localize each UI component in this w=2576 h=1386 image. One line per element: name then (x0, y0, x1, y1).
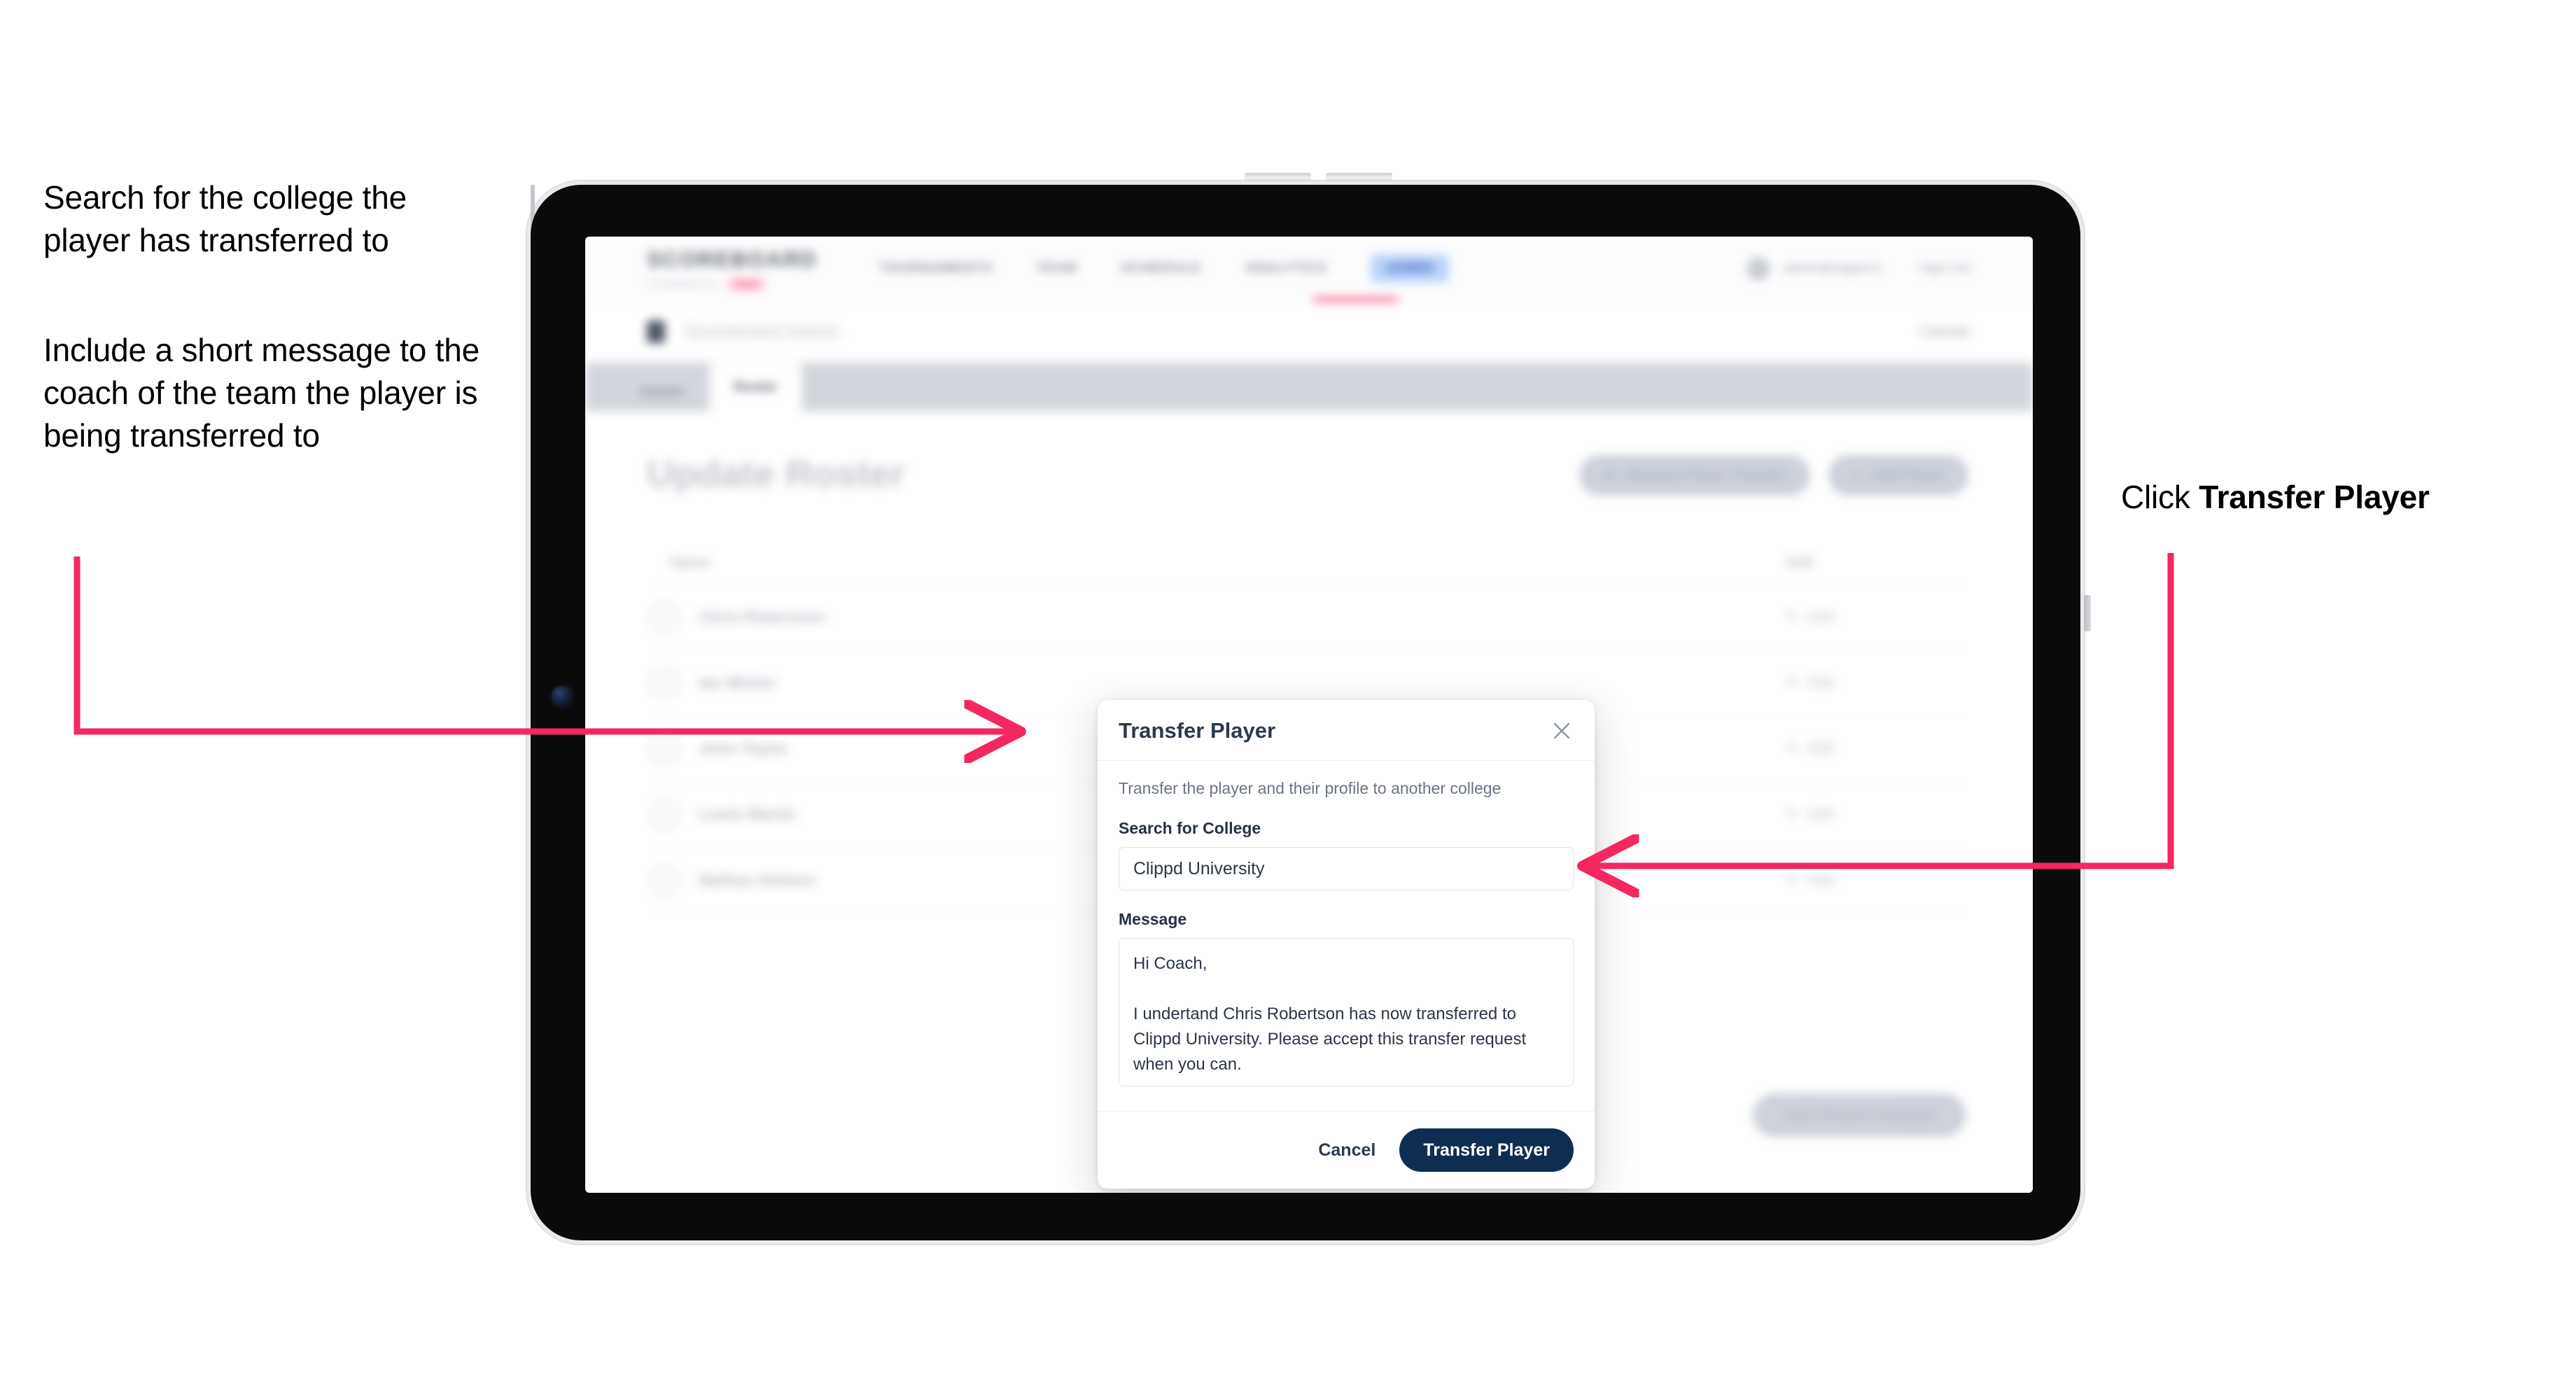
annotation-include-message: Include a short message to the coach of … (43, 332, 480, 454)
tablet-bezel: SCOREBOARD POWERED BY clippd TOURNAMENTS… (531, 185, 2080, 1240)
search-college-input[interactable] (1119, 847, 1574, 890)
dialog-header: Transfer Player (1098, 700, 1595, 761)
transfer-player-dialog: Transfer Player Transfer the player and … (1098, 700, 1595, 1189)
transfer-player-button[interactable]: Transfer Player (1399, 1128, 1574, 1172)
tablet-device-frame: SCOREBOARD POWERED BY clippd TOURNAMENTS… (526, 173, 2091, 1245)
dialog-footer: Cancel Transfer Player (1098, 1111, 1595, 1189)
power-button[interactable] (2084, 595, 2091, 631)
dialog-subtitle: Transfer the player and their profile to… (1119, 779, 1502, 797)
search-college-label: Search for College (1119, 819, 1261, 837)
front-camera-icon (552, 686, 573, 707)
annotation-click-transfer: Click Transfer Player (2121, 476, 2555, 519)
close-icon[interactable] (1550, 719, 1574, 743)
annotation-click-emphasis: Transfer Player (2199, 479, 2430, 515)
volume-up-button[interactable] (1245, 173, 1311, 181)
message-label: Message (1119, 910, 1187, 928)
annotation-click-prefix: Click (2121, 479, 2199, 515)
annotation-search-college: Search for the college the player has tr… (43, 179, 407, 259)
dialog-body: Transfer the player and their profile to… (1098, 761, 1595, 1111)
screenshot-canvas: Search for the college the player has tr… (0, 0, 2576, 1386)
cancel-button[interactable]: Cancel (1318, 1140, 1376, 1161)
dialog-title: Transfer Player (1119, 718, 1276, 743)
tablet-screen: SCOREBOARD POWERED BY clippd TOURNAMENTS… (585, 237, 2033, 1193)
message-textarea[interactable] (1119, 938, 1574, 1086)
volume-down-button[interactable] (1326, 173, 1392, 181)
